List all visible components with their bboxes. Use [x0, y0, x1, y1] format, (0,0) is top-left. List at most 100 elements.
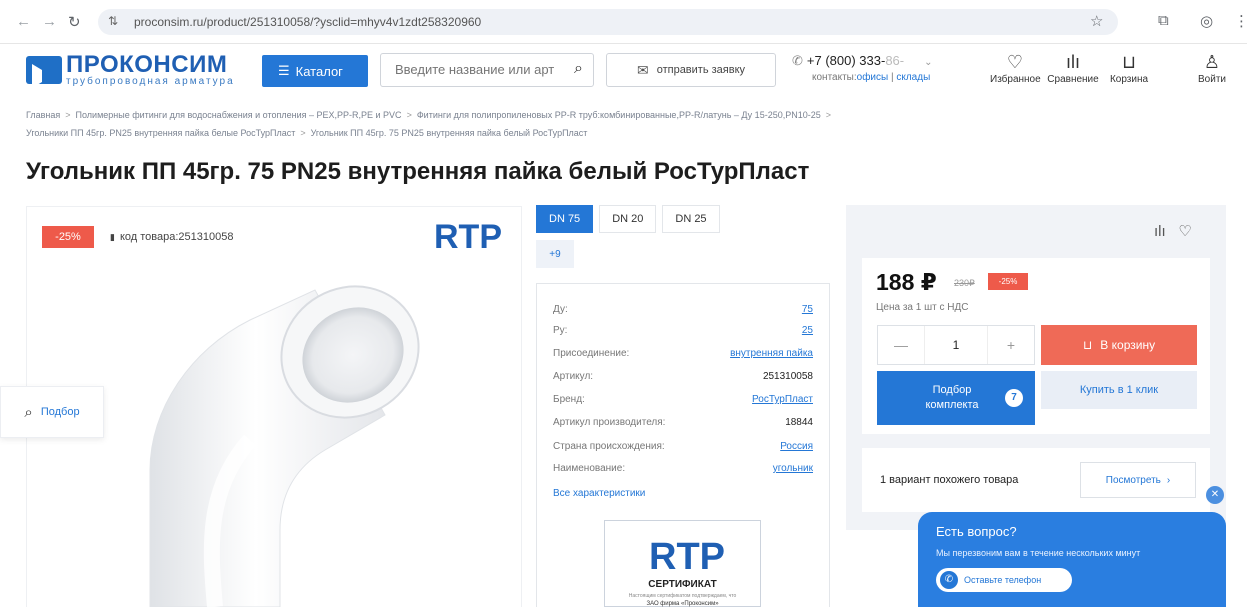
logo-name[interactable]: ПРОКОНСИМ [66, 51, 227, 79]
qty-minus-button[interactable]: — [878, 337, 924, 353]
contacts-line: контакты:офисы | склады [812, 72, 931, 83]
leave-phone-label: Оставьте телефон [964, 575, 1042, 585]
offices-link[interactable]: офисы [857, 72, 889, 83]
bookmark-star-icon[interactable]: ☆ [1090, 12, 1103, 30]
leave-phone-button[interactable]: ✆ Оставьте телефон [936, 568, 1072, 592]
burger-icon: ☰ [278, 63, 290, 78]
profile-icon[interactable]: ◎ [1200, 12, 1213, 30]
breadcrumb-item[interactable]: Полимерные фитинги для водоснабжения и о… [76, 110, 402, 120]
reload-icon[interactable]: ↻ [68, 13, 81, 31]
chat-subtitle: Мы перезвоним вам в течение нескольких м… [936, 548, 1141, 558]
view-similar-button[interactable]: Посмотреть › [1080, 462, 1196, 498]
compare-icon[interactable]: ılı [1154, 223, 1166, 240]
compare-label: Сравнение [1047, 74, 1099, 85]
breadcrumb-item[interactable]: Фитинги для полипропиленовых PP-R труб:к… [417, 110, 821, 120]
heart-icon: ♡ [1006, 52, 1024, 72]
spec-value[interactable]: РосТурПласт [752, 394, 813, 405]
quantity-stepper: — 1 + [877, 325, 1035, 365]
login-button[interactable]: ♙ Войти [1190, 52, 1234, 85]
spec-value[interactable]: 75 [802, 304, 813, 315]
forward-icon[interactable]: → [42, 13, 57, 30]
cart-label: Корзина [1109, 74, 1149, 85]
search-icon[interactable]: ⌕ [574, 60, 583, 78]
side-podbor-button[interactable]: ⌕ Подбор [0, 386, 104, 438]
menu-icon[interactable]: ⋮ [1234, 12, 1247, 30]
buy-one-click-button[interactable]: Купить в 1 клик [1041, 371, 1197, 409]
catalog-button[interactable]: ☰ Каталог [262, 55, 368, 87]
spec-value: 18844 [785, 417, 813, 428]
more-variants-button[interactable]: +9 [536, 240, 574, 268]
certificate-thumbnail[interactable]: RTP СЕРТИФИКАТ Настоящим сертификатом по… [604, 520, 761, 607]
qty-input[interactable]: 1 [924, 326, 988, 364]
envelope-icon: ✉ [636, 61, 649, 78]
brand-logo[interactable]: RTP [432, 218, 502, 259]
address-bar[interactable]: ⇅ proconsim.ru/product/251310058/?ysclid… [98, 9, 1118, 35]
spec-row: Страна происхождения: Россия [553, 441, 813, 452]
search-input[interactable] [395, 54, 575, 84]
callback-widget: Есть вопрос? Мы перезвоним вам в течение… [918, 512, 1226, 607]
side-podbor-label: Подбор [40, 406, 80, 418]
similar-text: 1 вариант похожего товара [880, 474, 1019, 486]
spec-label: Ру: [553, 325, 568, 336]
breadcrumb-item[interactable]: Угольники ПП 45гр. PN25 внутренняя пайка… [26, 128, 295, 138]
all-specs-link[interactable]: Все характеристики [553, 488, 645, 499]
spec-row: Наименование: угольник [553, 463, 813, 474]
breadcrumb-item[interactable]: Угольник ПП 45гр. 75 PN25 внутренняя пай… [311, 128, 588, 138]
spec-label: Артикул: [553, 371, 594, 382]
phone-icon: ✆ [940, 571, 958, 589]
discount-badge: -25% [42, 226, 94, 248]
favorites-button[interactable]: ♡ Избранное [990, 52, 1041, 85]
chat-close-icon[interactable]: ✕ [1206, 486, 1224, 504]
logo-icon[interactable] [26, 56, 62, 88]
spec-row: Ду: 75 [553, 304, 813, 315]
compare-icon: ılı [1065, 52, 1080, 72]
bookmark-icon: ▮ [110, 232, 115, 242]
extensions-icon[interactable]: ⧉ [1158, 12, 1169, 29]
old-price: 230₽ [954, 278, 975, 288]
compare-button[interactable]: ılı Сравнение [1045, 52, 1101, 85]
login-label: Войти [1198, 74, 1226, 85]
spec-label: Наименование: [553, 463, 626, 474]
heart-icon[interactable]: ♡ [1178, 223, 1191, 240]
url-text: proconsim.ru/product/251310058/?ysclid=m… [134, 15, 482, 29]
spec-row: Присоединение: внутренняя пайка [553, 348, 813, 359]
back-icon[interactable]: ← [16, 13, 31, 30]
page-title: Угольник ПП 45гр. 75 PN25 внутренняя пай… [26, 158, 810, 185]
similar-products-box: 1 вариант похожего товара Посмотреть › [862, 448, 1210, 512]
favorites-label: Избранное [990, 74, 1041, 85]
spec-value[interactable]: внутренняя пайка [730, 348, 813, 359]
phone-block[interactable]: ✆ +7 (800) 333-86- ⌄ [792, 53, 933, 69]
product-image[interactable] [110, 250, 440, 607]
variant-tabs: DN 75 DN 20 DN 25 [536, 205, 720, 233]
search-box: ⌕ [380, 53, 594, 87]
search-icon: ⌕ [24, 403, 33, 421]
add-to-cart-button[interactable]: ⊔ В корзину [1041, 325, 1197, 365]
chevron-down-icon[interactable]: ⌄ [924, 57, 932, 68]
breadcrumb-item[interactable]: Главная [26, 110, 60, 120]
chevron-right-icon: › [1166, 474, 1171, 486]
browser-toolbar: ← → ↻ ⇅ proconsim.ru/product/251310058/?… [0, 0, 1247, 44]
spec-row: Артикул: 251310058 [553, 371, 813, 382]
kit-selection-label: Подбор комплекта [925, 384, 979, 411]
kit-selection-button[interactable]: Подбор комплекта 7 [877, 371, 1035, 425]
brand-logo-text: RTP [434, 218, 502, 254]
qty-plus-button[interactable]: + [988, 337, 1034, 353]
cart-icon: ⊔ [1082, 338, 1093, 352]
tab-dn-25[interactable]: DN 25 [662, 205, 720, 233]
cert-small-text: Настоящим сертификатом подтверждаем, что [628, 593, 737, 599]
cart-button[interactable]: ⊔ Корзина [1104, 52, 1154, 85]
cart-icon: ⊔ [1121, 52, 1137, 72]
spec-value[interactable]: угольник [773, 463, 813, 474]
cert-logo-text: RTP [649, 536, 725, 578]
warehouses-link[interactable]: склады [896, 72, 930, 83]
spec-label: Ду: [553, 304, 568, 315]
user-icon: ♙ [1203, 52, 1221, 72]
send-request-button[interactable]: ✉ отправить заявку [606, 53, 776, 87]
spec-value[interactable]: Россия [780, 441, 813, 452]
spec-row: Артикул производителя: 18844 [553, 417, 813, 428]
catalog-label: Каталог [295, 63, 343, 79]
spec-value[interactable]: 25 [802, 325, 813, 336]
site-settings-icon[interactable]: ⇅ [108, 14, 118, 28]
tab-dn-20[interactable]: DN 20 [599, 205, 657, 233]
tab-dn-75[interactable]: DN 75 [536, 205, 594, 233]
